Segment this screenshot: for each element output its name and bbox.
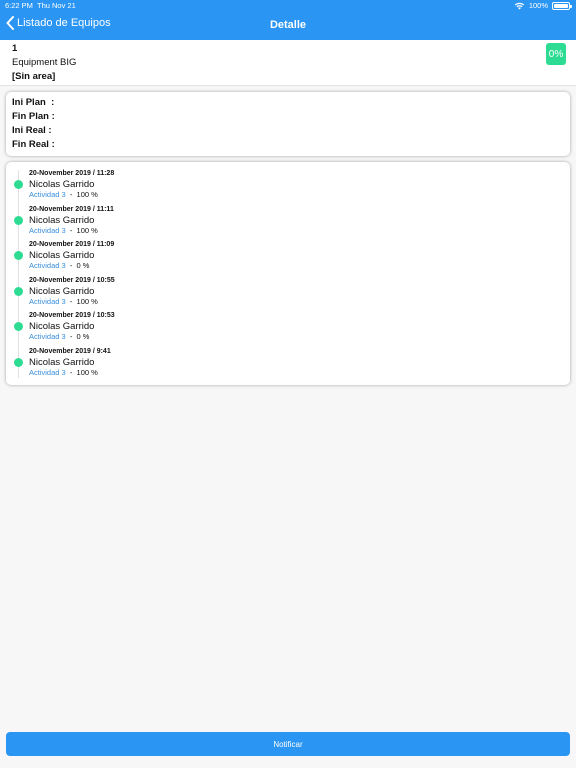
timeline-date: 20-November 2019 / 9:41: [29, 347, 111, 355]
timeline-date: 20-November 2019 / 11:09: [29, 241, 115, 248]
battery-percent: 100%: [528, 1, 548, 10]
plan-label: Ini Plan: [12, 97, 46, 108]
timeline-item[interactable]: 20-November 2019 / 11:28 Nicolas Garrido…: [6, 162, 570, 199]
equipment-header: 1 Equipment BIG [Sin area] 0%: [0, 40, 576, 86]
timeline-item[interactable]: 20-November 2019 / 10:55 Nicolas Garrido…: [6, 269, 570, 306]
progress-badge: 0%: [546, 43, 566, 65]
timeline-dot: [14, 357, 23, 367]
plan-card: Ini Plan : Fin Plan : Ini Real : Fin Rea…: [6, 92, 570, 156]
timeline-item[interactable]: 20-November 2019 / 9:41 Nicolas Garrido …: [6, 340, 570, 377]
timeline-item[interactable]: 20-November 2019 / 10:53 Nicolas Garrido…: [6, 304, 570, 341]
plan-label: Ini Real: [12, 125, 46, 136]
top-bar: 6:22 PM Thu Nov 21 100% Listado de Equip…: [0, 0, 576, 40]
status-time: 6:22 PM: [5, 1, 33, 10]
timeline-date: 20-November 2019 / 11:28: [29, 170, 115, 177]
timeline-dot: [14, 180, 23, 189]
timeline-dot: [14, 322, 23, 331]
plan-row-ini-plan: Ini Plan :: [12, 97, 57, 108]
status-bar: 6:22 PM Thu Nov 21 100%: [0, 0, 576, 12]
equipment-name: Equipment BIG: [12, 57, 77, 68]
timeline-user: Nicolas Garrido: [29, 356, 95, 368]
timeline-user: Nicolas Garrido: [29, 321, 95, 332]
notify-button[interactable]: Notificar: [6, 732, 570, 756]
timeline-dot: [14, 251, 23, 260]
plan-row-ini-real: Ini Real :: [12, 125, 55, 136]
plan-label: Fin Plan: [12, 111, 49, 122]
plan-row-fin-real: Fin Real :: [12, 139, 58, 150]
timeline-activity-row: Actividad 3 - 100 %: [29, 367, 98, 377]
timeline-dot: [14, 286, 23, 296]
status-date: Thu Nov 21: [37, 1, 76, 10]
equipment-id: 1: [12, 43, 18, 54]
page-title: Detalle: [269, 19, 307, 31]
equipment-area: [Sin area]: [12, 71, 56, 82]
timeline-user: Nicolas Garrido: [29, 179, 95, 190]
plan-row-fin-plan: Fin Plan :: [12, 111, 58, 122]
wifi-icon: [514, 2, 524, 10]
navigation-bar: Listado de Equipos Detalle: [0, 12, 576, 40]
timeline-user: Nicolas Garrido: [29, 214, 95, 226]
timeline-unit: %: [91, 367, 98, 377]
timeline-percent: 100: [76, 367, 90, 377]
battery-icon: [552, 2, 572, 10]
timeline-card: 20-November 2019 / 11:28 Nicolas Garrido…: [6, 162, 570, 385]
timeline-dot: [14, 215, 23, 225]
plan-label: Fin Real: [12, 139, 49, 150]
timeline-user: Nicolas Garrido: [29, 250, 95, 261]
status-right: 100%: [514, 0, 572, 12]
timeline-item[interactable]: 20-November 2019 / 11:11 Nicolas Garrido…: [6, 198, 570, 235]
timeline-date: 20-November 2019 / 11:11: [29, 205, 114, 213]
timeline-date: 20-November 2019 / 10:55: [29, 276, 115, 284]
timeline-activity[interactable]: Actividad 3: [29, 368, 66, 377]
timeline-item[interactable]: 20-November 2019 / 11:09 Nicolas Garrido…: [6, 233, 570, 270]
timeline-date: 20-November 2019 / 10:53: [29, 312, 115, 319]
timeline-user: Nicolas Garrido: [29, 285, 95, 297]
